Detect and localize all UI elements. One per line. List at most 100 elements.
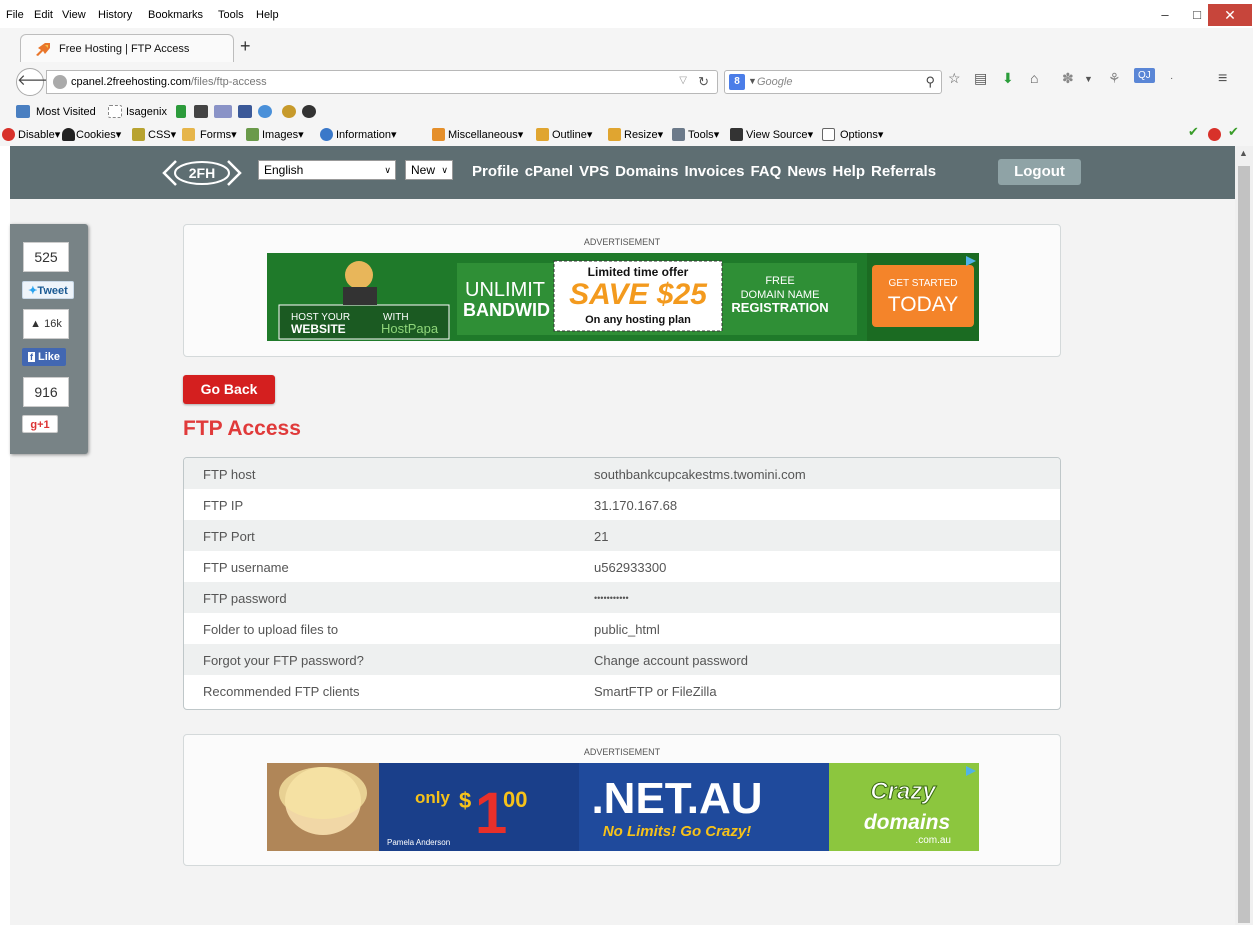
url-bar[interactable]: cpanel.2freehosting.com/files/ftp-access… <box>46 70 718 94</box>
checkmark-icon: ✔ <box>1228 124 1239 139</box>
outline-pencil-icon <box>536 128 549 141</box>
search-engine-icon[interactable]: 8 <box>729 74 745 90</box>
forms-icon <box>182 128 195 141</box>
ad-banner-graphic: Pamela Anderson only $ 1 00 .NET.AU No L… <box>267 763 979 851</box>
vertical-scrollbar[interactable]: ▲ <box>1235 146 1253 925</box>
ad-label: ADVERTISEMENT <box>583 237 661 247</box>
tab-title: Free Hosting | FTP Access <box>59 43 190 55</box>
ftp-clients-link[interactable]: SmartFTP or FileZilla <box>594 684 717 699</box>
dev-forms[interactable]: Forms▾ <box>200 128 237 141</box>
logout-button[interactable]: Logout <box>998 159 1081 185</box>
php-icon[interactable] <box>214 105 232 118</box>
dev-view-source[interactable]: View Source▾ <box>746 128 813 141</box>
dev-tools[interactable]: Tools▾ <box>688 128 719 141</box>
scrollbar-thumb[interactable] <box>1238 166 1250 923</box>
logo-icon[interactable]: 2FH <box>162 159 242 187</box>
addon-dropdown-icon[interactable]: ▼ <box>1084 74 1093 84</box>
search-input[interactable]: Google <box>757 76 792 88</box>
view-source-icon <box>730 128 743 141</box>
nav-domains[interactable]: Domains <box>615 163 678 180</box>
dev-information[interactable]: Information▾ <box>336 128 397 141</box>
svg-text:.com.au: .com.au <box>915 835 951 846</box>
nav-profile[interactable]: Profile <box>472 163 519 180</box>
nav-faq[interactable]: FAQ <box>750 163 781 180</box>
nav-invoices[interactable]: Invoices <box>684 163 744 180</box>
close-icon[interactable]: ✕ <box>1208 4 1252 26</box>
menu-view[interactable]: View <box>62 9 86 21</box>
thumbs-up-icon: ▲ <box>30 318 42 330</box>
extension-icon[interactable]: ⚘ <box>1108 70 1121 87</box>
nav-news[interactable]: News <box>787 163 826 180</box>
language-select[interactable]: English ∨ <box>258 160 396 180</box>
home-icon[interactable]: ⌂ <box>1030 70 1038 86</box>
menu-tools[interactable]: Tools <box>218 9 244 21</box>
menu-help[interactable]: Help <box>256 9 279 21</box>
svg-text:On any hosting plan: On any hosting plan <box>585 314 691 326</box>
reload-icon[interactable]: ↻ <box>698 74 709 90</box>
addon-icon[interactable]: ✽ <box>1062 70 1074 87</box>
svg-text:TODAY: TODAY <box>888 293 958 316</box>
row-label: Forgot your FTP password? <box>203 653 364 668</box>
search-icon[interactable]: ⚲ <box>925 74 935 90</box>
tab-free-hosting[interactable]: Free Hosting | FTP Access <box>20 34 234 62</box>
new-tab-button[interactable]: + <box>240 36 251 57</box>
dev-disable[interactable]: Disable▾ <box>18 128 60 141</box>
nav-vps[interactable]: VPS <box>579 163 609 180</box>
reading-list-icon[interactable]: ▤ <box>974 70 987 87</box>
nav-help[interactable]: Help <box>833 163 866 180</box>
bookmark-icon[interactable] <box>282 105 296 118</box>
row-value: ••••••••••• <box>594 593 629 603</box>
qj-extension-icon[interactable]: QJ <box>1134 68 1155 83</box>
minimize-icon[interactable]: – <box>1150 4 1180 26</box>
gplus-button[interactable]: g+1 <box>22 415 58 433</box>
menu-edit[interactable]: Edit <box>34 9 53 21</box>
table-row: Forgot your FTP password? Change account… <box>184 644 1060 675</box>
dev-css[interactable]: CSS▾ <box>148 128 176 141</box>
bookmark-isagenix[interactable]: Isagenix <box>126 106 167 118</box>
download-icon[interactable]: ⬇ <box>1002 70 1014 87</box>
bookmark-icon[interactable] <box>302 105 316 118</box>
dev-options[interactable]: Options▾ <box>840 128 883 141</box>
site-header: 2FH English ∨ New ∨ Profile cPanel VPS Domain… <box>10 146 1235 199</box>
bookmark-most-visited[interactable]: Most Visited <box>36 106 96 118</box>
menu-bookmarks[interactable]: Bookmarks <box>148 9 203 21</box>
search-bar[interactable]: 8 ▼ Google ⚲ <box>724 70 942 94</box>
nav-cpanel[interactable]: cPanel <box>525 163 573 180</box>
hamburger-menu-icon[interactable]: ≡ <box>1218 70 1227 88</box>
options-icon <box>822 128 835 141</box>
dev-cookies[interactable]: Cookies▾ <box>76 128 121 141</box>
row-value: 31.170.167.68 <box>594 498 678 513</box>
chevron-down-icon: ∨ <box>384 165 391 175</box>
bookmark-icon[interactable] <box>258 105 272 118</box>
chevron-down-icon: ∨ <box>441 165 448 175</box>
go-back-button[interactable]: Go Back <box>183 375 275 404</box>
dot-menu-icon[interactable]: · <box>1170 73 1173 84</box>
dev-outline[interactable]: Outline▾ <box>552 128 592 141</box>
bookmark-icon[interactable] <box>194 105 208 118</box>
svg-text:only: only <box>415 788 450 807</box>
change-password-link[interactable]: Change account password <box>594 653 748 668</box>
back-button[interactable]: 🡐 <box>16 68 57 96</box>
menu-file[interactable]: File <box>6 9 24 21</box>
row-label: FTP host <box>203 467 256 482</box>
hostpapa-ad-banner[interactable]: HOST YOUR WEBSITE WITH HostPapa UNLIMIT … <box>267 253 979 341</box>
bookmark-icon[interactable] <box>176 105 186 118</box>
dev-images[interactable]: Images▾ <box>262 128 304 141</box>
tweet-button[interactable]: ✦Tweet <box>22 281 74 299</box>
scroll-up-icon[interactable]: ▲ <box>1239 148 1248 158</box>
menu-history[interactable]: History <box>98 9 132 21</box>
globe-icon <box>53 75 67 89</box>
chevron-down-icon[interactable]: ▼ <box>748 76 757 86</box>
table-row: FTP IP 31.170.167.68 <box>184 489 1060 520</box>
dev-miscellaneous[interactable]: Miscellaneous▾ <box>448 128 523 141</box>
new-select[interactable]: New ∨ <box>405 160 453 180</box>
dev-resize[interactable]: Resize▾ <box>624 128 663 141</box>
bookmark-star-icon[interactable]: ☆ <box>948 70 961 87</box>
crazy-domains-ad-banner[interactable]: Pamela Anderson only $ 1 00 .NET.AU No L… <box>267 763 979 851</box>
nav-referrals[interactable]: Referrals <box>871 163 936 180</box>
cookie-user-icon <box>62 128 75 141</box>
like-button[interactable]: f Like <box>22 348 66 366</box>
dropdown-arrow-icon[interactable]: ▽ <box>679 75 687 86</box>
table-row: FTP host southbankcupcakestms.twomini.co… <box>184 458 1060 489</box>
facebook-icon[interactable] <box>238 105 252 118</box>
